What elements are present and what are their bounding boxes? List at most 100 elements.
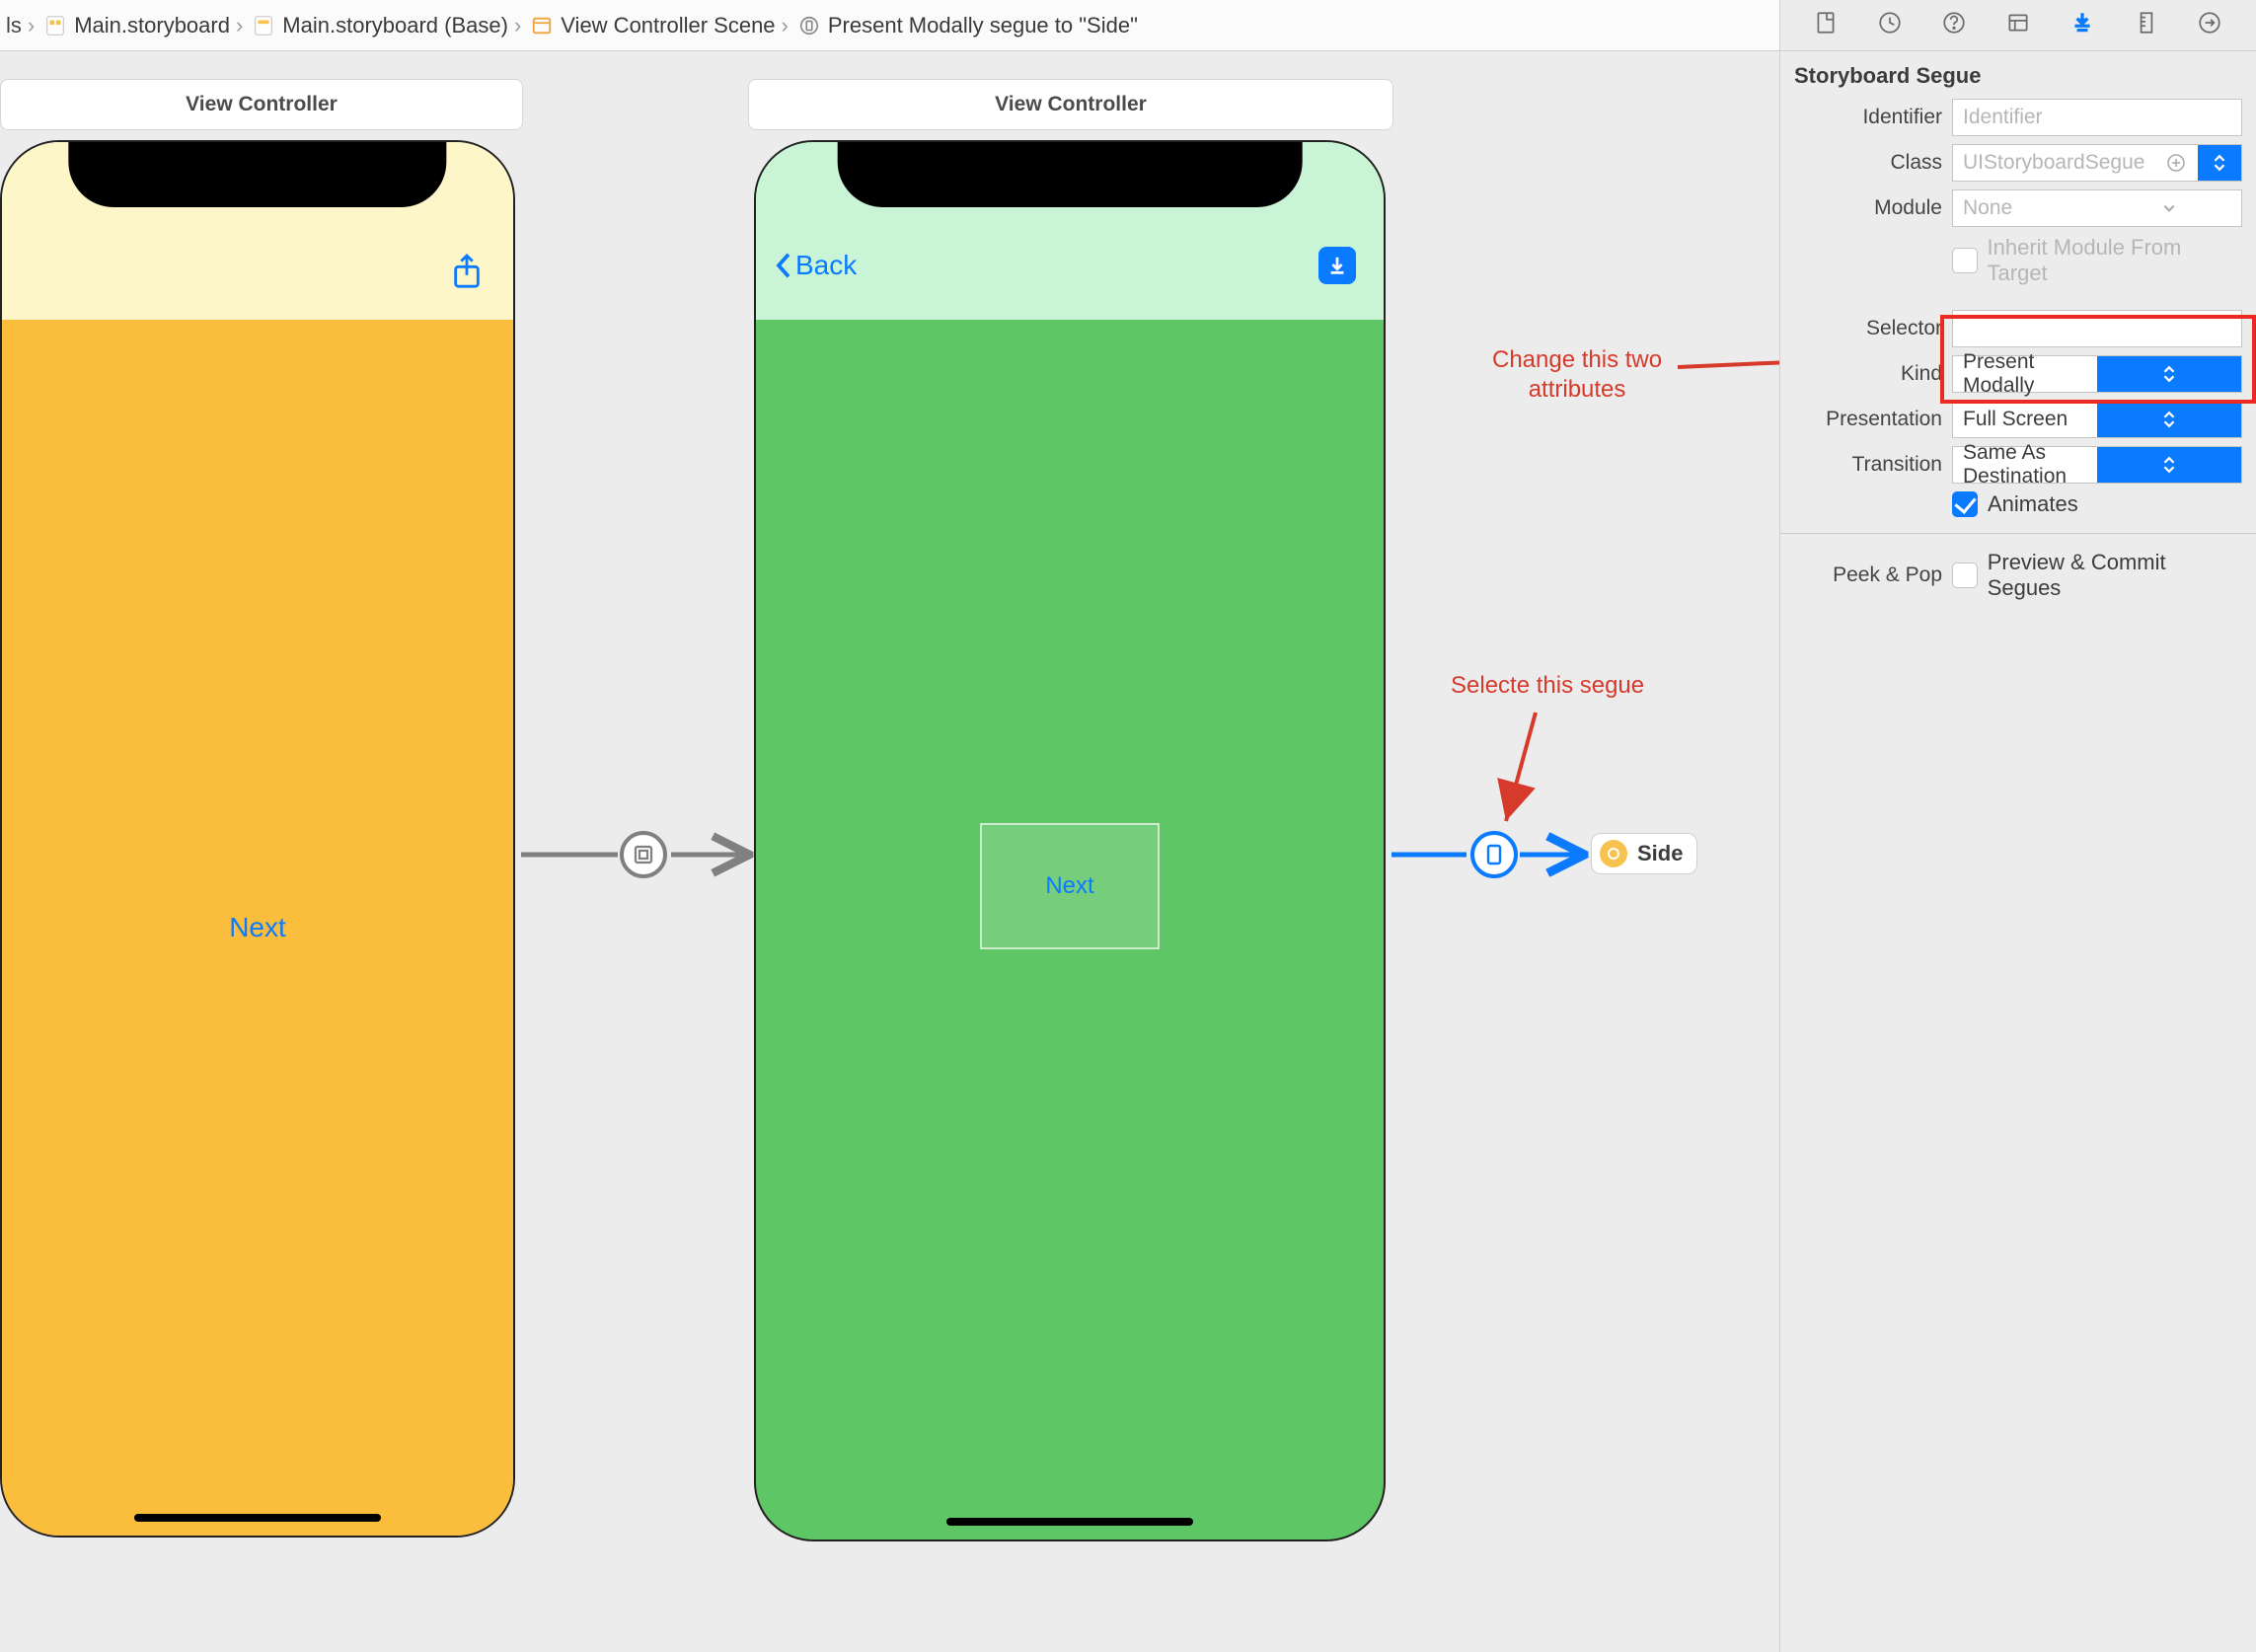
row-kind: Kind Present Modally	[1794, 355, 2242, 393]
storyboard-file-icon	[251, 13, 276, 38]
share-icon[interactable]	[450, 253, 484, 298]
annotation-attributes: Change this two attributes	[1492, 345, 1662, 405]
animates-checkbox[interactable]	[1952, 491, 1978, 517]
crumb-main-storyboard[interactable]: › Main.storyboard	[26, 13, 230, 38]
home-indicator	[134, 1514, 381, 1522]
attributes-inspector-tab[interactable]	[2069, 10, 2095, 41]
presentation-value: Full Screen	[1953, 408, 2097, 431]
selector-field[interactable]	[1952, 310, 2242, 347]
section-title: Storyboard Segue	[1780, 51, 2256, 99]
connections-inspector-tab[interactable]	[2197, 10, 2222, 41]
scene-title: View Controller	[186, 93, 338, 116]
selector-label: Selector	[1794, 317, 1942, 340]
segue-icon	[796, 13, 822, 38]
dropdown-cap-icon[interactable]	[2097, 447, 2241, 483]
history-inspector-tab[interactable]	[1877, 10, 1903, 41]
inspector-panel: Storyboard Segue Identifier Class UIStor…	[1779, 0, 2256, 1652]
module-select[interactable]: None	[1952, 189, 2242, 227]
inspector-tabs	[1780, 0, 2256, 51]
chevron-right-icon: ›	[780, 13, 790, 38]
class-value: UIStoryboardSegue	[1953, 151, 2154, 175]
container-view[interactable]: Next	[980, 823, 1160, 949]
scene-title: View Controller	[995, 93, 1147, 116]
row-animates: Animates	[1794, 491, 2242, 517]
embed-segue-icon	[632, 843, 655, 866]
crumb-label: View Controller Scene	[561, 13, 775, 38]
device-frame: Next	[0, 140, 515, 1538]
storyboard-file-icon	[42, 13, 68, 38]
row-inherit: Inherit Module From Target	[1794, 235, 2242, 286]
chevron-right-icon: ›	[26, 13, 37, 38]
module-label: Module	[1794, 196, 1942, 220]
row-identifier: Identifier	[1794, 99, 2242, 136]
back-button[interactable]: Back	[774, 250, 857, 281]
row-transition: Transition Same As Destination	[1794, 446, 2242, 484]
chevron-right-icon: ›	[234, 13, 245, 38]
storyboard-reference-side[interactable]: Side	[1591, 833, 1697, 874]
chevron-right-icon: ›	[512, 13, 523, 38]
home-indicator	[946, 1518, 1193, 1526]
scene-view-controller-1[interactable]: View Controller Next	[0, 79, 523, 1538]
transition-value: Same As Destination	[1953, 441, 2097, 488]
chevron-left-icon	[774, 251, 793, 280]
crumb-label: Present Modally segue to "Side"	[828, 13, 1138, 38]
class-field[interactable]: UIStoryboardSegue	[1952, 144, 2242, 182]
next-button[interactable]: Next	[229, 912, 286, 943]
module-value: None	[1953, 196, 2097, 220]
peek-pop-value: Preview & Commit Segues	[1988, 550, 2242, 601]
dropdown-cap-icon[interactable]	[2198, 145, 2241, 181]
segue-node-embed[interactable]	[620, 831, 667, 878]
scene-title-bar[interactable]: View Controller	[748, 79, 1393, 130]
kind-select[interactable]: Present Modally	[1952, 355, 2242, 393]
file-inspector-tab[interactable]	[1813, 10, 1839, 41]
present-modally-icon	[1483, 842, 1505, 867]
crumb-segue[interactable]: › Present Modally segue to "Side"	[780, 13, 1138, 38]
kind-value: Present Modally	[1953, 350, 2097, 398]
scene-title-bar[interactable]: View Controller	[0, 79, 523, 130]
storyboard-reference-label: Side	[1637, 841, 1683, 866]
view-body: Next	[2, 320, 513, 1536]
row-selector: Selector	[1794, 310, 2242, 347]
breadcrumb: ls › Main.storyboard › Main.storyboard (…	[0, 13, 2010, 38]
divider	[1780, 533, 2256, 534]
plus-icon[interactable]	[2154, 145, 2198, 181]
identity-inspector-tab[interactable]	[2005, 10, 2031, 41]
row-presentation: Presentation Full Screen	[1794, 401, 2242, 438]
class-label: Class	[1794, 151, 1942, 175]
kind-label: Kind	[1794, 362, 1942, 386]
row-peek-pop: Peek & Pop Preview & Commit Segues	[1794, 550, 2242, 601]
chevron-down-icon	[2097, 201, 2241, 215]
crumb-label: Main.storyboard	[74, 13, 230, 38]
storyboard-canvas[interactable]: View Controller Next View Controller Bac…	[0, 51, 1779, 1652]
storyboard-reference-icon	[1600, 840, 1627, 867]
crumb-truncated[interactable]: ls	[6, 13, 22, 38]
dropdown-cap-icon[interactable]	[2097, 402, 2241, 437]
inherit-module-label: Inherit Module From Target	[1988, 235, 2242, 286]
animates-label: Animates	[1988, 491, 2078, 517]
segue-node-present-modally[interactable]	[1470, 831, 1518, 878]
dropdown-cap-icon[interactable]	[2097, 356, 2241, 392]
back-label: Back	[795, 250, 857, 281]
device-notch	[838, 142, 1303, 207]
annotation-segue: Selecte this segue	[1451, 671, 1644, 701]
identifier-label: Identifier	[1794, 106, 1942, 129]
size-inspector-tab[interactable]	[2134, 10, 2159, 41]
identifier-field[interactable]	[1952, 99, 2242, 136]
download-icon[interactable]	[1318, 247, 1356, 284]
next-button[interactable]: Next	[1045, 872, 1093, 900]
transition-select[interactable]: Same As Destination	[1952, 446, 2242, 484]
transition-label: Transition	[1794, 453, 1942, 477]
presentation-select[interactable]: Full Screen	[1952, 401, 2242, 438]
crumb-vc-scene[interactable]: › View Controller Scene	[512, 13, 776, 38]
crumb-main-storyboard-base[interactable]: › Main.storyboard (Base)	[234, 13, 508, 38]
peek-pop-checkbox[interactable]	[1952, 563, 1978, 588]
help-inspector-tab[interactable]	[1941, 10, 1967, 41]
presentation-label: Presentation	[1794, 408, 1942, 431]
scene-icon	[529, 13, 555, 38]
segue-form: Identifier Class UIStoryboardSegue Modul…	[1780, 99, 2256, 615]
row-class: Class UIStoryboardSegue	[1794, 144, 2242, 182]
device-frame: Back Next	[754, 140, 1386, 1541]
device-notch	[68, 142, 446, 207]
inherit-module-checkbox[interactable]	[1952, 248, 1978, 273]
scene-view-controller-2[interactable]: View Controller Back Next	[748, 79, 1393, 1541]
